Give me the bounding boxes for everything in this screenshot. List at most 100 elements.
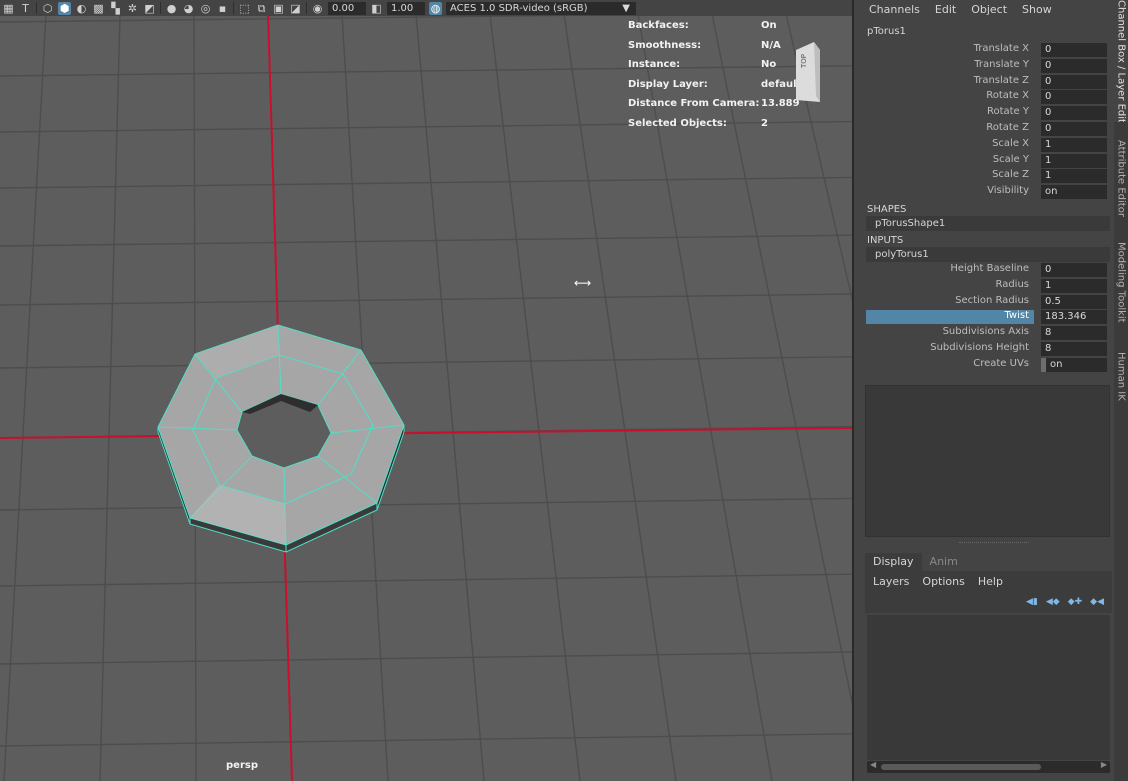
textured-icon[interactable]: ▩ [92,2,105,15]
channel-value-field[interactable]: 0 [1041,106,1107,121]
wireframe-cube-icon[interactable]: ⬡ [41,2,54,15]
move-layer-down-icon[interactable]: ◀◆ [1046,597,1060,607]
channel-value-field[interactable]: 1 [1041,153,1107,168]
viewcube[interactable]: TOP [796,42,820,102]
side-tab-channel-box-layer-editor[interactable]: Channel Box / Layer Editor [1114,0,1128,122]
layer-list[interactable] [867,615,1110,760]
text-icon[interactable]: T [19,2,32,15]
scroll-right-icon[interactable]: ▶ [1101,760,1107,769]
channel-label[interactable]: Create UVs [973,358,1029,369]
menu-help[interactable]: Help [978,575,1003,588]
xray-icon[interactable]: ⧉ [255,2,268,15]
channel-row-rotate-y[interactable]: Rotate Y 0 [854,105,1114,121]
channel-row-rotate-x[interactable]: Rotate X 0 [854,89,1114,105]
move-layer-up-icon[interactable]: ◀▮ [1026,597,1038,607]
menu-object[interactable]: Object [971,3,1007,16]
menu-edit[interactable]: Edit [935,3,956,16]
torus-mesh[interactable] [157,324,405,553]
channel-row-translate-z[interactable]: Translate Z 0 [854,74,1114,90]
shape-node-item[interactable]: pTorusShape1 [866,215,1110,231]
channel-label[interactable]: Radius [995,279,1029,290]
channel-value-field[interactable]: on [1041,357,1107,372]
new-layer-icon[interactable]: ◆✚ [1068,597,1082,607]
depth-of-field-icon[interactable]: ▪ [216,2,229,15]
panel-resize-grip[interactable] [959,542,1029,544]
color-space-dropdown[interactable]: ACES 1.0 SDR-video (sRGB) ▼ [446,1,636,15]
ambient-occlusion-icon[interactable]: ● [165,2,178,15]
channel-row-scale-x[interactable]: Scale X 1 [854,137,1114,153]
tab-display[interactable]: Display [865,553,922,571]
channel-value-field[interactable]: 0.5 [1041,294,1107,309]
channel-value-field[interactable]: 1 [1041,169,1107,184]
channel-label[interactable]: Subdivisions Height [930,342,1029,353]
channel-row-twist[interactable]: Twist 183.346 [854,309,1114,325]
channel-row-section-radius[interactable]: Section Radius 0.5 [854,294,1114,310]
channel-row-visibility[interactable]: Visibility on [854,184,1114,200]
layer-list-scrollbar[interactable]: ◀ ▶ [867,760,1110,773]
perspective-viewport[interactable]: ▦ T ⬡ ⬢ ◐ ▩ ▚ ✲ ◩ ● ◕ ◎ ▪ ⬚ ⧉ ▣ ◪ ◉ 0.00… [0,0,852,781]
channel-row-subdivisions-axis[interactable]: Subdivisions Axis 8 [854,325,1114,341]
exposure-field[interactable]: 0.00 [328,1,366,15]
lights-icon[interactable]: ✲ [126,2,139,15]
channel-label[interactable]: Section Radius [955,295,1029,306]
channel-label[interactable]: Subdivisions Axis [943,326,1029,337]
channel-label[interactable]: Rotate Y [987,106,1029,117]
shadows-icon[interactable]: ◩ [143,2,156,15]
channel-label[interactable]: Height Baseline [950,263,1029,274]
selected-object-name[interactable]: pTorus1 [854,18,1114,42]
smooth-shade-cube-icon[interactable]: ⬢ [58,1,71,15]
menu-layers[interactable]: Layers [873,575,909,588]
channel-value-field[interactable]: 0 [1041,74,1107,89]
channel-value-field[interactable]: 0 [1041,121,1107,136]
channel-value-field[interactable]: 8 [1041,341,1107,356]
xray-joints-icon[interactable]: ▣ [272,2,285,15]
motion-blur-icon[interactable]: ◕ [182,2,195,15]
channel-label[interactable]: Visibility [987,185,1029,196]
isolate-select-icon[interactable]: ⬚ [238,2,251,15]
anti-aliasing-icon[interactable]: ◎ [199,2,212,15]
channel-label[interactable]: Twist [1004,310,1029,321]
channel-value-field[interactable]: 1 [1041,278,1107,293]
menu-channels[interactable]: Channels [869,3,920,16]
checker-icon[interactable]: ▚ [109,2,122,15]
exposure-icon[interactable]: ◉ [311,2,324,15]
channel-row-translate-x[interactable]: Translate X 0 [854,42,1114,58]
channel-row-scale-z[interactable]: Scale Z 1 [854,168,1114,184]
channel-value-field[interactable]: 183.346 [1041,310,1107,325]
channel-row-scale-y[interactable]: Scale Y 1 [854,153,1114,169]
channel-row-subdivisions-height[interactable]: Subdivisions Height 8 [854,341,1114,357]
channel-row-height-baseline[interactable]: Height Baseline 0 [854,262,1114,278]
channel-row-translate-y[interactable]: Translate Y 0 [854,58,1114,74]
side-tab-modeling-toolkit[interactable]: Modeling Toolkit [1114,242,1128,334]
channel-label[interactable]: Scale Y [993,154,1029,165]
grid-icon[interactable]: ▦ [2,2,15,15]
color-management-icon[interactable]: ◍ [429,1,442,15]
channel-value-field[interactable]: 8 [1041,326,1107,341]
default-material-icon[interactable]: ◐ [75,2,88,15]
new-layer-from-selection-icon[interactable]: ◆◀ [1090,597,1104,607]
scroll-left-icon[interactable]: ◀ [870,760,876,769]
menu-options[interactable]: Options [922,575,964,588]
side-tab-attribute-editor[interactable]: Attribute Editor [1114,140,1128,230]
channel-label[interactable]: Translate Z [974,75,1029,86]
channel-value-field[interactable]: 0 [1041,43,1107,57]
scrollbar-thumb[interactable] [881,764,1041,770]
channel-value-field[interactable]: on [1041,185,1107,200]
input-node-item[interactable]: polyTorus1 [866,246,1110,262]
channel-label[interactable]: Rotate X [986,90,1029,101]
menu-show[interactable]: Show [1022,3,1052,16]
channel-row-create-uvs[interactable]: Create UVs on [854,357,1114,373]
channel-label[interactable]: Translate X [974,43,1029,54]
channel-value-field[interactable]: 0 [1041,262,1107,277]
channel-value-field[interactable]: 1 [1041,137,1107,152]
channel-label[interactable]: Scale Z [992,169,1029,180]
channel-label[interactable]: Scale X [992,138,1029,149]
gamma-field[interactable]: 1.00 [387,1,425,15]
channel-value-field[interactable]: 0 [1041,90,1107,105]
channel-row-rotate-z[interactable]: Rotate Z 0 [854,121,1114,137]
channel-label[interactable]: Rotate Z [986,122,1029,133]
channel-row-radius[interactable]: Radius 1 [854,278,1114,294]
gamma-icon[interactable]: ◧ [370,2,383,15]
tab-anim[interactable]: Anim [922,553,966,571]
backface-icon[interactable]: ◪ [289,2,302,15]
